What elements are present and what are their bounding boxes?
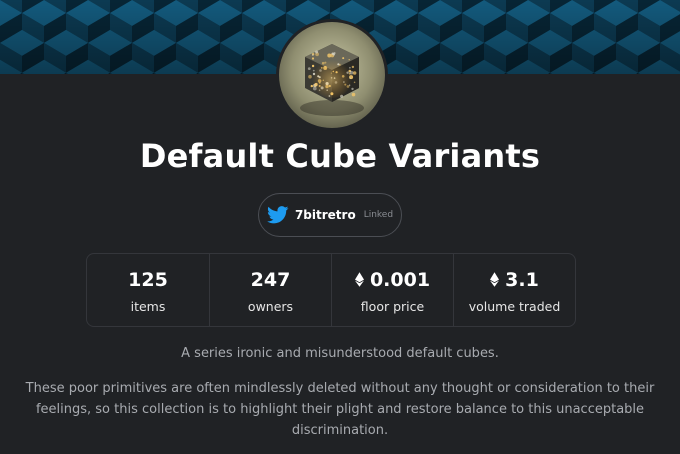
collection-long-description: These poor primitives are often mindless… (25, 381, 655, 438)
stat-floor-price-label: floor price (360, 298, 425, 314)
stat-floor-price-value: 0.001 (369, 268, 431, 291)
stat-value: 125 (128, 267, 168, 293)
collection-stats: 125 items 247 owners 0.001 floor price 3… (86, 253, 576, 327)
stat-items-value: 125 (128, 268, 168, 291)
collection-description: A series ironic and misunderstood defaul… (181, 346, 499, 361)
collection-page: Default Cube Variants 7bitretro Linked 1… (0, 0, 680, 454)
stat-owners[interactable]: 247 owners (209, 254, 331, 326)
cube-artwork-icon (279, 22, 385, 128)
stat-value: 3.1 (490, 267, 539, 293)
ethereum-icon (490, 272, 500, 287)
stat-owners-value: 247 (250, 268, 291, 291)
ethereum-icon (354, 272, 364, 287)
collection-avatar[interactable] (276, 19, 388, 131)
stat-items[interactable]: 125 items (87, 254, 209, 326)
twitter-bird-icon (267, 206, 289, 224)
stat-items-label: items (130, 298, 166, 314)
stat-volume-traded-value: 3.1 (505, 268, 539, 291)
stat-value: 247 (251, 267, 291, 293)
creator-name: 7bitretro (294, 208, 356, 222)
creator-link-button[interactable]: 7bitretro Linked (258, 193, 402, 237)
creator-linked-status: Linked (363, 210, 394, 220)
stat-owners-label: owners (247, 298, 294, 314)
collection-title: Default Cube Variants (139, 137, 541, 175)
stat-volume-traded[interactable]: 3.1 volume traded (453, 254, 575, 326)
stat-value: 0.001 (354, 267, 431, 293)
stat-floor-price[interactable]: 0.001 floor price (331, 254, 453, 326)
stat-volume-traded-label: volume traded (468, 298, 561, 314)
